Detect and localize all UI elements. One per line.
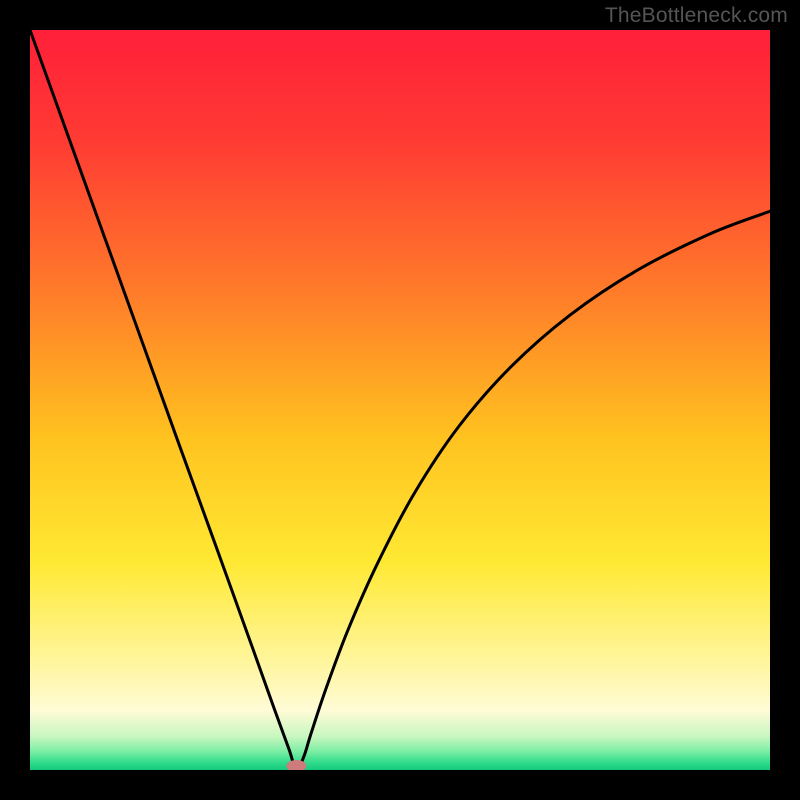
gradient-background <box>30 30 770 770</box>
watermark-text: TheBottleneck.com <box>605 4 788 28</box>
chart-frame: TheBottleneck.com <box>0 0 800 800</box>
plot-area <box>30 30 770 770</box>
bottleneck-chart-svg <box>30 30 770 770</box>
